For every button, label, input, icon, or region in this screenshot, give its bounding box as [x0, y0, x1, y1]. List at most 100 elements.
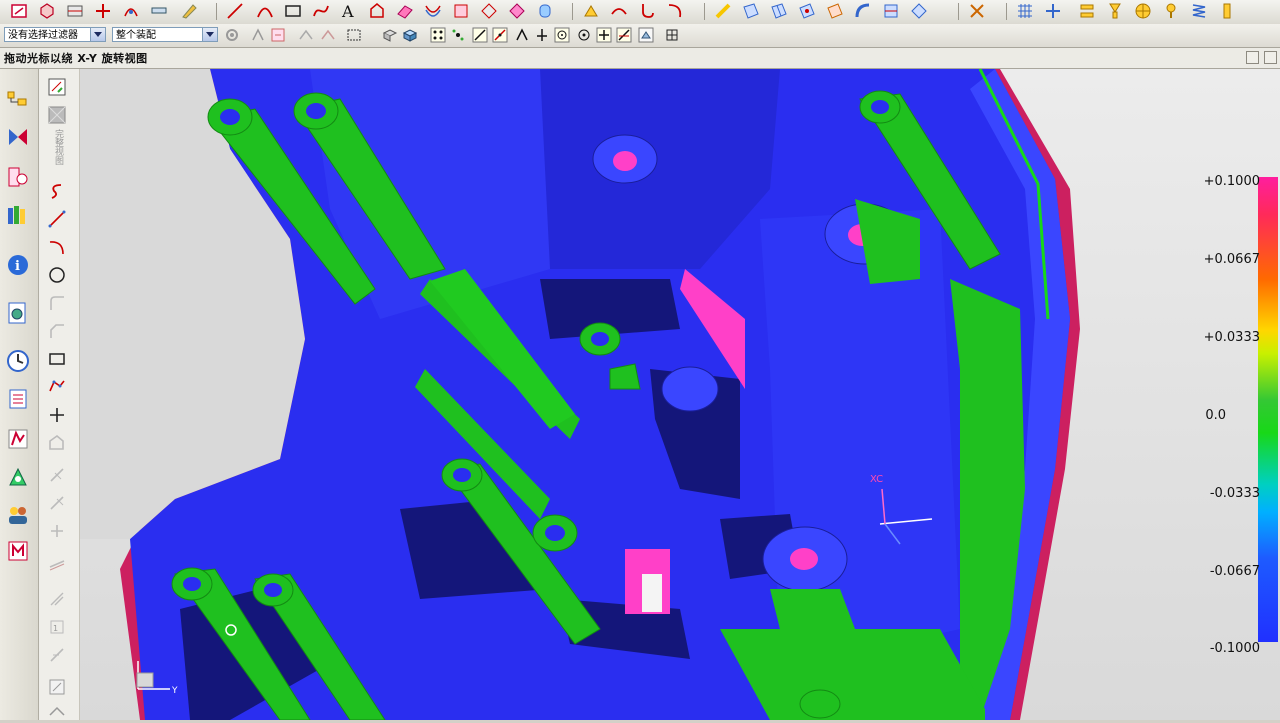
process-studio-icon[interactable]	[6, 427, 30, 451]
extrude-icon[interactable]	[38, 2, 56, 20]
mirror-icon[interactable]	[508, 2, 526, 20]
arc-icon[interactable]	[47, 237, 67, 257]
bend-icon[interactable]	[666, 2, 684, 20]
analysis-icon[interactable]	[582, 2, 600, 20]
sheet-grid-icon[interactable]	[770, 2, 788, 20]
swept-icon[interactable]	[826, 2, 844, 20]
patch-icon[interactable]	[882, 2, 900, 20]
constraint-navigator-icon[interactable]	[6, 165, 30, 189]
point-icon[interactable]	[47, 405, 67, 425]
spring-icon[interactable]	[1190, 2, 1208, 20]
snap-intersection-icon[interactable]	[616, 27, 632, 43]
profile-icon[interactable]	[47, 181, 67, 201]
snap-box-icon[interactable]	[270, 27, 286, 43]
restore-icon[interactable]	[1246, 51, 1259, 64]
constraint-icon[interactable]	[1106, 2, 1124, 20]
rectangle-icon[interactable]	[47, 349, 67, 369]
edit-feature-icon[interactable]	[180, 2, 198, 20]
auto-dimension-icon[interactable]	[47, 703, 67, 723]
info-icon[interactable]: i	[6, 253, 30, 277]
snap-perp-icon[interactable]	[534, 27, 550, 43]
snap-tangent-icon[interactable]	[492, 27, 508, 43]
measure-icon[interactable]	[968, 2, 986, 20]
bolt-icon[interactable]	[1218, 2, 1236, 20]
line-icon[interactable]	[47, 209, 67, 229]
perimeter-dimension-icon[interactable]: 1	[47, 617, 67, 637]
shaded-icon[interactable]	[402, 27, 418, 43]
roles-icon[interactable]	[6, 465, 30, 489]
polygon-icon[interactable]	[47, 377, 67, 397]
loft-icon[interactable]	[798, 2, 816, 20]
grid-icon[interactable]	[1016, 2, 1034, 20]
snap-grid-icon[interactable]	[664, 27, 680, 43]
stitch-icon[interactable]	[910, 2, 928, 20]
circle-icon[interactable]	[47, 265, 67, 285]
finish-sketch-icon[interactable]	[47, 77, 67, 97]
chamfer-icon[interactable]	[47, 321, 67, 341]
gear-icon[interactable]	[224, 27, 240, 43]
snap-center-icon[interactable]	[554, 27, 570, 43]
wheel-icon[interactable]	[1134, 2, 1152, 20]
line-tool-icon[interactable]	[150, 2, 168, 20]
graphics-window[interactable]: XC Y	[80, 69, 1280, 720]
snap-quadrant-icon[interactable]	[576, 27, 592, 43]
sheet-icon[interactable]	[742, 2, 760, 20]
quick-trim-icon[interactable]	[47, 465, 67, 485]
spline-icon[interactable]	[312, 2, 330, 20]
hook-icon[interactable]	[638, 2, 656, 20]
point-icon[interactable]	[94, 2, 112, 20]
snap-line-icon[interactable]	[472, 27, 488, 43]
offset-curve-icon[interactable]	[47, 555, 67, 575]
quick-extend-icon[interactable]	[47, 493, 67, 513]
snap-face-icon[interactable]	[638, 27, 654, 43]
rectangle-icon[interactable]	[284, 2, 302, 20]
chevron-down-icon[interactable]	[202, 28, 217, 41]
system-materials-icon[interactable]	[6, 387, 30, 411]
plane-icon[interactable]	[66, 2, 84, 20]
type-filter-select[interactable]: 没有选择过滤器	[4, 27, 106, 42]
new-sketch-icon[interactable]	[10, 2, 28, 20]
palette-icon[interactable]	[6, 539, 30, 563]
trim-icon[interactable]	[480, 2, 498, 20]
full-view-icon[interactable]	[47, 105, 67, 125]
shape-icon[interactable]	[368, 2, 386, 20]
project-icon[interactable]	[452, 2, 470, 20]
studio-spline-icon[interactable]	[47, 433, 67, 453]
scope-select[interactable]: 整个装配	[112, 27, 218, 42]
reuse-library-icon[interactable]	[6, 203, 30, 227]
geometric-constraints-icon[interactable]	[47, 645, 67, 665]
part-navigator-icon[interactable]	[6, 89, 30, 113]
assembly-navigator-icon[interactable]	[6, 125, 30, 149]
blend-icon[interactable]	[854, 2, 872, 20]
snap-end-icon[interactable]	[430, 27, 446, 43]
align-icon[interactable]	[1078, 2, 1096, 20]
move-icon[interactable]	[1044, 2, 1062, 20]
pattern-icon[interactable]	[1162, 2, 1180, 20]
make-corner-icon[interactable]	[47, 521, 67, 541]
line-icon[interactable]	[226, 2, 244, 20]
fillet-icon[interactable]	[47, 293, 67, 313]
curve-rule-icon[interactable]	[298, 27, 314, 43]
model-deviation-view[interactable]: XC Y	[80, 69, 1280, 720]
web-browser-icon[interactable]	[6, 301, 30, 325]
arc-tool-icon[interactable]	[122, 2, 140, 20]
arc-icon[interactable]	[256, 2, 274, 20]
snap-point-on-icon[interactable]	[596, 27, 612, 43]
snap-mid-icon[interactable]	[450, 27, 466, 43]
dimension-icon[interactable]	[47, 589, 67, 609]
surface-icon[interactable]	[396, 2, 414, 20]
cylinder-icon[interactable]	[536, 2, 554, 20]
rectangle-select-icon[interactable]	[346, 27, 362, 43]
wireframe-icon[interactable]	[382, 27, 398, 43]
maximize-icon[interactable]	[1264, 51, 1277, 64]
offset-icon[interactable]	[424, 2, 442, 20]
highlight-icon[interactable]	[714, 2, 732, 20]
curve-icon[interactable]	[610, 2, 628, 20]
history-icon[interactable]	[6, 349, 30, 373]
show-constraints-icon[interactable]	[47, 677, 67, 697]
chevron-down-icon[interactable]	[90, 28, 105, 41]
snap-point-icon[interactable]	[250, 27, 266, 43]
text-icon[interactable]: A	[340, 2, 358, 20]
face-rule-icon[interactable]	[320, 27, 336, 43]
users-icon[interactable]	[6, 503, 30, 527]
